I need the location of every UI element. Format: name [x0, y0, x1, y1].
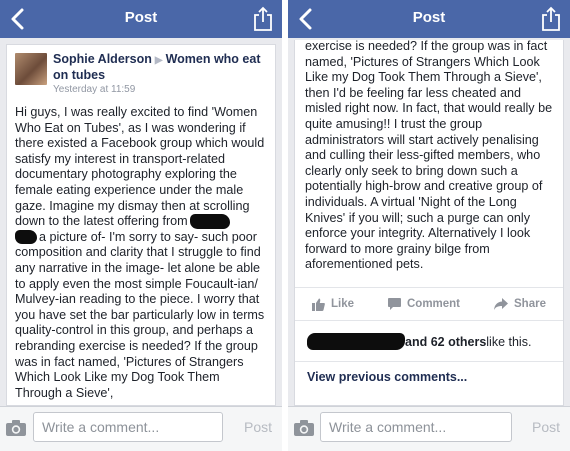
- comment-composer: Write a comment... Post: [288, 406, 570, 451]
- likes-count: and 62 others: [405, 334, 487, 349]
- caret-right-icon: ▶: [154, 55, 163, 66]
- author-line: Sophie Alderson ▶ Women who eat on tubes: [53, 52, 269, 83]
- comment-composer: Write a comment... Post: [0, 406, 282, 451]
- comment-label: Comment: [406, 298, 461, 310]
- share-upload-icon: [542, 6, 560, 31]
- post-comment-button[interactable]: Post: [244, 419, 272, 435]
- post-text: exercise is needed? If the group was in …: [305, 40, 553, 272]
- nav-bar: Post: [288, 0, 570, 38]
- redaction-mark: [307, 333, 405, 350]
- share-label: Share: [514, 298, 546, 310]
- post-text: Hi guys, I was really excited to find 'W…: [15, 105, 269, 401]
- nav-title: Post: [124, 9, 158, 26]
- share-upload-icon: [254, 6, 272, 31]
- like-label: Like: [330, 298, 354, 310]
- view-previous-comments-link[interactable]: View previous comments...: [307, 370, 467, 384]
- camera-icon: [294, 420, 314, 436]
- right-screen: Post exercise is needed? If the group wa…: [288, 0, 570, 451]
- share-button[interactable]: [540, 6, 562, 32]
- author-name[interactable]: Sophie Alderson: [53, 52, 152, 66]
- share-arrow-icon: [494, 298, 508, 310]
- share-action-button[interactable]: Share: [494, 298, 546, 310]
- nav-title: Post: [412, 9, 446, 26]
- post-header: Sophie Alderson ▶ Women who eat on tubes Y…: [7, 45, 275, 103]
- post-card: Sophie Alderson ▶ Women who eat on tubes Y…: [6, 44, 276, 406]
- camera-icon: [6, 420, 26, 436]
- nav-bar: Post: [0, 0, 282, 38]
- post-text-part-1: Hi guys, I was really excited to find 'W…: [15, 105, 265, 229]
- likes-suffix: like this.: [486, 334, 532, 349]
- speech-bubble-icon: [387, 298, 401, 310]
- redaction-mark: [189, 214, 230, 230]
- thumbs-up-icon: [311, 298, 325, 311]
- post-card: exercise is needed? If the group was in …: [294, 40, 564, 406]
- share-button[interactable]: [252, 6, 274, 32]
- avatar[interactable]: [15, 53, 47, 85]
- post-text-part-2: a picture of- I'm sorry to say- such poo…: [15, 229, 265, 400]
- comment-input[interactable]: Write a comment...: [33, 412, 223, 442]
- action-bar: Like Comment Share: [295, 287, 563, 321]
- comment-input[interactable]: Write a comment...: [320, 412, 512, 442]
- comment-button[interactable]: Comment: [387, 298, 461, 310]
- redaction-mark: [15, 230, 37, 245]
- camera-button[interactable]: [293, 419, 315, 437]
- camera-button[interactable]: [5, 419, 27, 437]
- left-screen: Post Sophie Alderson ▶ Women who eat on tu…: [0, 0, 282, 451]
- post-timestamp: Yesterday at 11:59: [53, 84, 136, 95]
- likes-summary[interactable]: and 62 others like this.: [295, 322, 563, 362]
- post-comment-button[interactable]: Post: [532, 419, 560, 435]
- like-button[interactable]: Like: [311, 298, 354, 311]
